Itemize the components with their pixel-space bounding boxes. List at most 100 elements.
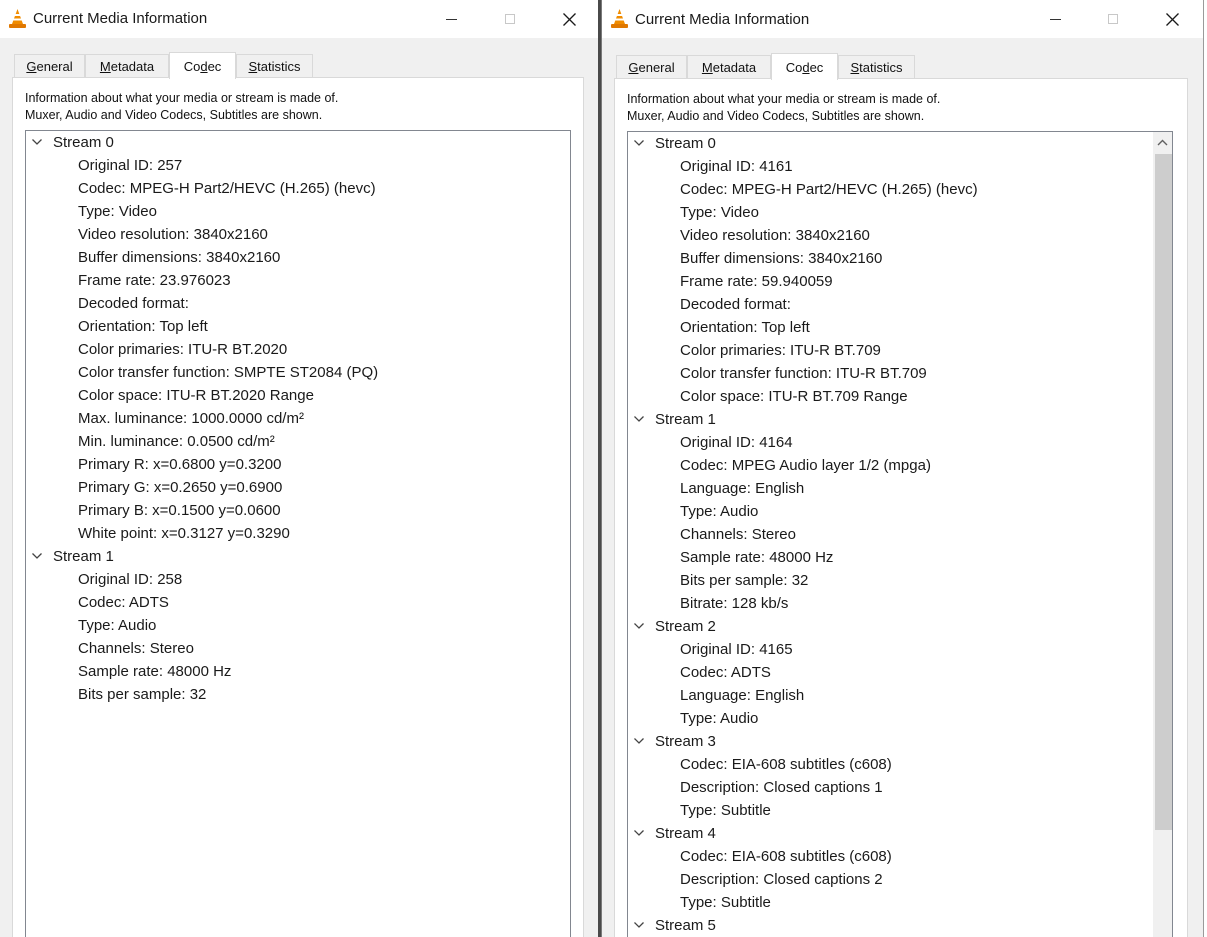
title-bar[interactable]: Current Media Information	[602, 0, 1204, 38]
stream-property[interactable]: Original ID: 4164	[680, 431, 793, 454]
stream-node[interactable]: Stream 0	[628, 132, 1128, 155]
stream-property[interactable]: Language: English	[680, 477, 804, 500]
stream-node[interactable]: Stream 5	[628, 914, 1128, 937]
stream-property[interactable]: Buffer dimensions: 3840x2160	[680, 247, 882, 270]
stream-property[interactable]: Color space: ITU-R BT.709 Range	[680, 385, 908, 408]
tab-statistics[interactable]: Statistics	[236, 54, 313, 78]
stream-property[interactable]: Codec: EIA-608 subtitles (c608)	[680, 753, 892, 776]
chevron-down-icon[interactable]	[634, 737, 644, 745]
scroll-up-button[interactable]	[1153, 132, 1172, 153]
stream-property[interactable]: Type: Audio	[680, 707, 758, 730]
stream-property[interactable]: Bits per sample: 32	[680, 569, 808, 592]
minimize-button[interactable]	[428, 0, 474, 38]
tab-codec[interactable]: Co d ec	[771, 53, 838, 80]
stream-node[interactable]: Stream 1	[628, 408, 1128, 431]
tab-label: Co	[183, 58, 201, 74]
tab-mnemonic: M	[99, 59, 111, 74]
stream-property[interactable]: Sample rate: 48000 Hz	[78, 660, 231, 683]
stream-property[interactable]: Primary G: x=0.2650 y=0.6900	[78, 476, 282, 499]
maximize-button[interactable]	[487, 0, 533, 38]
chevron-down-icon[interactable]	[634, 622, 644, 630]
chevron-down-icon[interactable]	[32, 138, 42, 146]
stream-property[interactable]: Type: Video	[680, 201, 759, 224]
tab-codec[interactable]: Co d ec	[169, 52, 236, 79]
maximize-button[interactable]	[1090, 0, 1136, 38]
stream-property[interactable]: Original ID: 4161	[680, 155, 793, 178]
stream-property[interactable]: Codec: ADTS	[78, 591, 169, 614]
close-button[interactable]	[546, 0, 592, 38]
stream-property[interactable]: Original ID: 4165	[680, 638, 793, 661]
vertical-scrollbar[interactable]	[1153, 132, 1172, 937]
stream-property[interactable]: Color transfer function: SMPTE ST2084 (P…	[78, 361, 378, 384]
stream-node[interactable]: Stream 0	[26, 131, 526, 154]
stream-property[interactable]: Type: Audio	[78, 614, 156, 637]
stream-property[interactable]: Channels: Stereo	[680, 523, 796, 546]
chevron-down-icon[interactable]	[634, 139, 644, 147]
stream-property[interactable]: Color space: ITU-R BT.2020 Range	[78, 384, 314, 407]
stream-label: Stream 1	[53, 548, 114, 565]
minimize-button[interactable]	[1032, 0, 1078, 38]
scroll-thumb[interactable]	[1155, 154, 1172, 830]
stream-property[interactable]: Buffer dimensions: 3840x2160	[78, 246, 280, 269]
stream-property[interactable]: Decoded format:	[680, 293, 791, 316]
stream-property[interactable]: Type: Subtitle	[680, 891, 771, 914]
stream-property[interactable]: Original ID: 257	[78, 154, 182, 177]
tab-label: etadata	[712, 60, 757, 75]
stream-property[interactable]: Codec: MPEG-H Part2/HEVC (H.265) (hevc)	[680, 178, 978, 201]
stream-property[interactable]: Primary B: x=0.1500 y=0.0600	[78, 499, 281, 522]
chevron-down-icon[interactable]	[634, 415, 644, 423]
stream-property[interactable]: Frame rate: 59.940059	[680, 270, 833, 293]
stream-property[interactable]: Primary R: x=0.6800 y=0.3200	[78, 453, 281, 476]
stream-property[interactable]: Channels: Stereo	[78, 637, 194, 660]
stream-property[interactable]: Codec: MPEG Audio layer 1/2 (mpga)	[680, 454, 931, 477]
stream-property[interactable]: Type: Subtitle	[680, 799, 771, 822]
tab-metadata[interactable]: Metadata	[687, 55, 771, 79]
stream-property[interactable]: Color transfer function: ITU-R BT.709	[680, 362, 927, 385]
stream-property[interactable]: Color primaries: ITU-R BT.709	[680, 339, 881, 362]
stream-property[interactable]: Min. luminance: 0.0500 cd/m²	[78, 430, 275, 453]
window-title: Current Media Information	[33, 10, 208, 27]
stream-property[interactable]: Sample rate: 48000 Hz	[680, 546, 833, 569]
minimize-icon	[1049, 18, 1061, 20]
stream-property[interactable]: White point: x=0.3127 y=0.3290	[78, 522, 290, 545]
stream-property[interactable]: Description: Closed captions 1	[680, 776, 883, 799]
tab-general[interactable]: General	[616, 55, 687, 79]
stream-property[interactable]: Codec: EIA-608 subtitles (c608)	[680, 845, 892, 868]
stream-property[interactable]: Color primaries: ITU-R BT.2020	[78, 338, 287, 361]
tab-statistics[interactable]: Statistics	[838, 55, 915, 79]
stream-property[interactable]: Codec: MPEG-H Part2/HEVC (H.265) (hevc)	[78, 177, 376, 200]
stream-property[interactable]: Frame rate: 23.976023	[78, 269, 231, 292]
stream-node[interactable]: Stream 1	[26, 545, 526, 568]
stream-label: Stream 4	[655, 825, 716, 842]
stream-property[interactable]: Language: English	[680, 684, 804, 707]
stream-property[interactable]: Type: Audio	[680, 500, 758, 523]
stream-property[interactable]: Video resolution: 3840x2160	[680, 224, 870, 247]
stream-property[interactable]: Original ID: 258	[78, 568, 182, 591]
tab-general[interactable]: General	[14, 54, 85, 78]
chevron-down-icon[interactable]	[634, 921, 644, 929]
chevron-down-icon[interactable]	[32, 552, 42, 560]
title-bar[interactable]: Current Media Information	[0, 0, 598, 38]
codec-panel: Information about what your media or str…	[12, 77, 584, 937]
close-button[interactable]	[1149, 0, 1195, 38]
stream-property[interactable]: Decoded format:	[78, 292, 189, 315]
stream-node[interactable]: Stream 2	[628, 615, 1128, 638]
vlc-cone-icon	[611, 9, 628, 28]
stream-property[interactable]: Bits per sample: 32	[78, 683, 206, 706]
stream-label: Stream 5	[655, 917, 716, 934]
stream-node[interactable]: Stream 3	[628, 730, 1128, 753]
stream-property[interactable]: Orientation: Top left	[78, 315, 208, 338]
stream-tree[interactable]: Stream 0 Original ID: 4161 Codec: MPEG-H P…	[627, 131, 1173, 937]
stream-property[interactable]: Video resolution: 3840x2160	[78, 223, 268, 246]
stream-property[interactable]: Type: Video	[78, 200, 157, 223]
stream-property[interactable]: Bitrate: 128 kb/s	[680, 592, 788, 615]
tab-metadata[interactable]: Metadata	[85, 54, 169, 78]
stream-property[interactable]: Max. luminance: 1000.0000 cd/m²	[78, 407, 304, 430]
stream-node[interactable]: Stream 4	[628, 822, 1128, 845]
stream-tree[interactable]: Stream 0 Original ID: 257 Codec: MPEG-H Pa…	[25, 130, 571, 937]
stream-property[interactable]: Description: Closed captions 2	[680, 868, 883, 891]
stream-property[interactable]: Codec: ADTS	[680, 661, 771, 684]
maximize-icon	[1108, 14, 1118, 24]
stream-property[interactable]: Orientation: Top left	[680, 316, 810, 339]
chevron-down-icon[interactable]	[634, 829, 644, 837]
